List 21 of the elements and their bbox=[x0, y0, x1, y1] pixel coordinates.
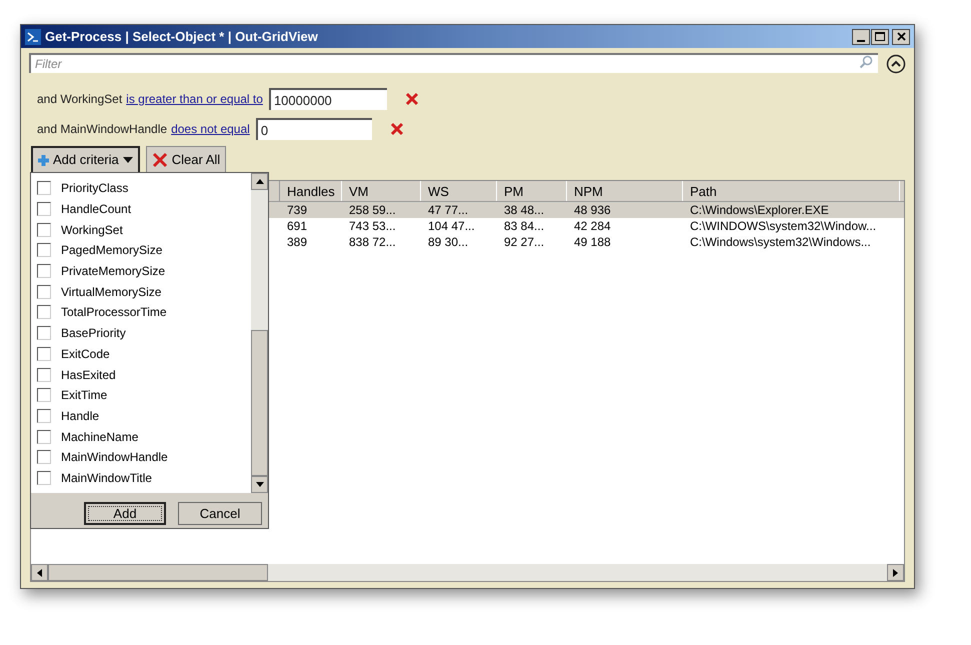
criterion-label: and MainWindowHandle bbox=[37, 121, 168, 138]
table-cell-text: 258 59... bbox=[348, 202, 397, 218]
table-cell-text: 838 72... bbox=[348, 234, 397, 250]
window-title: Get-Process | Select-Object * | Out-GridView bbox=[45, 28, 319, 46]
table-cell-text: 48 936 bbox=[573, 202, 612, 218]
table-cell-text: C:\WINDOWS\system32\Window... bbox=[689, 218, 878, 234]
table-cell-text: 49 188 bbox=[573, 234, 612, 250]
table-cell-text: 42 284 bbox=[573, 218, 612, 234]
table-cell-text: 89 30... bbox=[427, 234, 470, 250]
criterion-label: and WorkingSet bbox=[37, 91, 122, 108]
table-cell-text: 389 bbox=[286, 234, 308, 250]
table-cell-text: 38 48... bbox=[503, 202, 546, 218]
table-cell-text: 92 27... bbox=[503, 234, 546, 250]
table-cell-text: 743 53... bbox=[348, 218, 397, 234]
table-cell-text: C:\Windows\system32\Windows... bbox=[689, 234, 872, 250]
table-cell-text: 691 bbox=[286, 218, 308, 234]
table-cell-text: 83 84... bbox=[503, 218, 546, 234]
table-cell-text: 739 bbox=[286, 202, 308, 218]
table-cell-text: C:\Windows\Explorer.EXE bbox=[689, 202, 830, 218]
table-cell-text: 104 47... bbox=[427, 218, 476, 234]
table-cell-text: 47 77... bbox=[427, 202, 470, 218]
